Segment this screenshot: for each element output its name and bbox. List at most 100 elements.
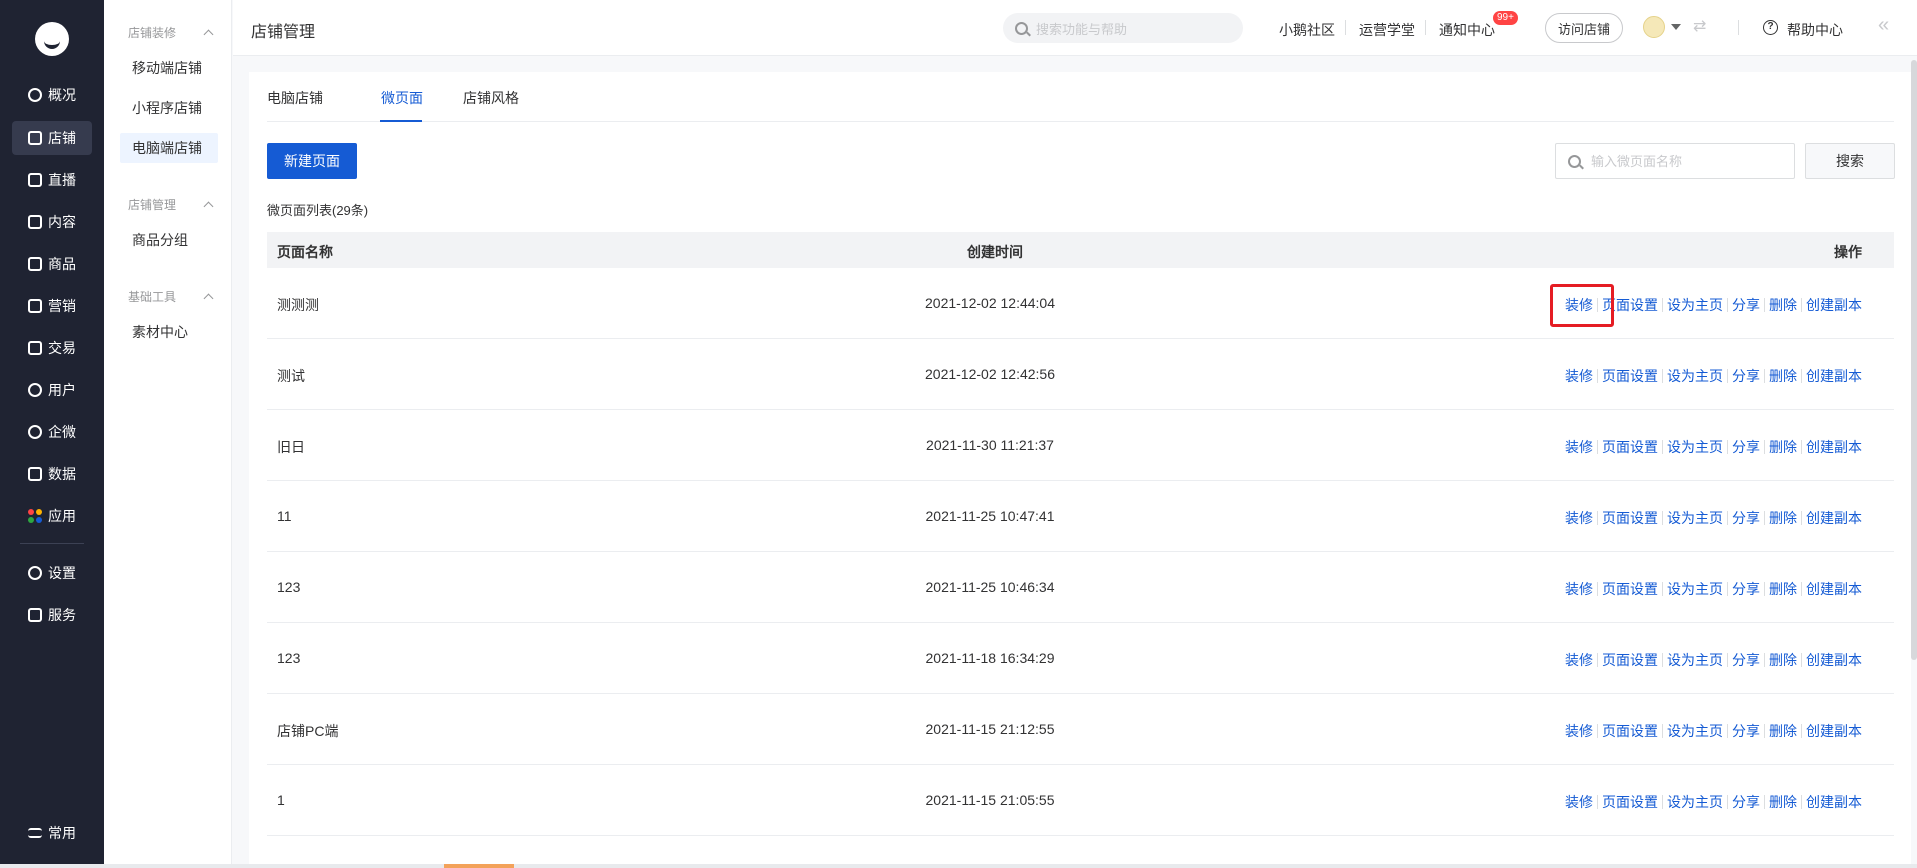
set-homepage-link[interactable]: 设为主页 — [1667, 792, 1723, 812]
decorate-link[interactable]: 装修 — [1565, 650, 1593, 670]
page-settings-link[interactable]: 页面设置 — [1602, 792, 1658, 812]
share-link[interactable]: 分享 — [1732, 721, 1760, 741]
share-link[interactable]: 分享 — [1732, 508, 1760, 528]
community-link[interactable]: 小鹅社区 — [1279, 20, 1335, 40]
share-link[interactable]: 分享 — [1732, 792, 1760, 812]
tab-pc-store[interactable]: 电脑店铺 — [267, 88, 323, 108]
delete-link[interactable]: 删除 — [1769, 792, 1797, 812]
action-divider — [1801, 582, 1802, 596]
copy-link[interactable]: 创建副本 — [1806, 437, 1862, 457]
search-button[interactable]: 搜索 — [1805, 143, 1895, 179]
header-divider — [1345, 20, 1346, 35]
nav-item-trade[interactable]: 交易 — [12, 331, 92, 365]
delete-link[interactable]: 删除 — [1769, 437, 1797, 457]
help-center-link[interactable]: 帮助中心 — [1787, 20, 1843, 40]
visit-store-button[interactable]: 访问店铺 — [1545, 13, 1623, 43]
set-homepage-link[interactable]: 设为主页 — [1667, 579, 1723, 599]
nav-item-content[interactable]: 内容 — [12, 205, 92, 239]
decorate-link[interactable]: 装修 — [1565, 792, 1593, 812]
nav-item-live[interactable]: 直播 — [12, 163, 92, 197]
share-link[interactable]: 分享 — [1732, 579, 1760, 599]
set-homepage-link[interactable]: 设为主页 — [1667, 721, 1723, 741]
subnav-item-goods-group[interactable]: 商品分组 — [120, 225, 218, 255]
nav-item-data[interactable]: 数据 — [12, 457, 92, 491]
set-homepage-link[interactable]: 设为主页 — [1667, 650, 1723, 670]
created-time-cell: 2021-11-25 10:47:41 — [925, 508, 1055, 524]
set-homepage-link[interactable]: 设为主页 — [1667, 437, 1723, 457]
copy-link[interactable]: 创建副本 — [1806, 650, 1862, 670]
avatar[interactable] — [1643, 16, 1665, 38]
subnav-item-pc-store[interactable]: 电脑端店铺 — [120, 133, 218, 163]
global-search-input[interactable]: 搜索功能与帮助 — [1003, 13, 1243, 43]
subnav-group-decoration[interactable]: 店铺装修 — [128, 24, 214, 41]
delete-link[interactable]: 删除 — [1769, 508, 1797, 528]
page-settings-link[interactable]: 页面设置 — [1602, 721, 1658, 741]
caret-down-icon[interactable] — [1671, 24, 1681, 30]
tab-store-style[interactable]: 店铺风格 — [463, 88, 519, 108]
share-link[interactable]: 分享 — [1732, 366, 1760, 386]
copy-link[interactable]: 创建副本 — [1806, 579, 1862, 599]
page-name-cell: 旧日 — [277, 439, 305, 455]
decorate-link[interactable]: 装修 — [1565, 579, 1593, 599]
page-settings-link[interactable]: 页面设置 — [1602, 437, 1658, 457]
logo-icon[interactable] — [35, 22, 69, 56]
copy-link[interactable]: 创建副本 — [1806, 508, 1862, 528]
header-divider — [1738, 20, 1739, 35]
decorate-link[interactable]: 装修 — [1565, 721, 1593, 741]
page-settings-link[interactable]: 页面设置 — [1602, 508, 1658, 528]
page-settings-link[interactable]: 页面设置 — [1602, 650, 1658, 670]
live-icon — [28, 173, 42, 187]
help-icon: ? — [1763, 20, 1778, 35]
copy-link[interactable]: 创建副本 — [1806, 295, 1862, 315]
page-settings-link[interactable]: 页面设置 — [1602, 366, 1658, 386]
copy-link[interactable]: 创建副本 — [1806, 721, 1862, 741]
search-icon — [1015, 21, 1028, 35]
nav-item-goods[interactable]: 商品 — [12, 247, 92, 281]
nav-item-user[interactable]: 用户 — [12, 373, 92, 407]
set-homepage-link[interactable]: 设为主页 — [1667, 366, 1723, 386]
nav-item-apps[interactable]: 应用 — [12, 499, 92, 533]
share-link[interactable]: 分享 — [1732, 295, 1760, 315]
delete-link[interactable]: 删除 — [1769, 366, 1797, 386]
nav-item-overview[interactable]: 概况 — [12, 78, 92, 112]
subnav-group-management[interactable]: 店铺管理 — [128, 196, 214, 213]
delete-link[interactable]: 删除 — [1769, 295, 1797, 315]
share-link[interactable]: 分享 — [1732, 650, 1760, 670]
row-actions: 装修 页面设置 设为主页 分享 删除 创建副本 — [1565, 508, 1862, 528]
nav-item-service[interactable]: 服务 — [12, 598, 92, 632]
delete-link[interactable]: 删除 — [1769, 579, 1797, 599]
action-divider — [1727, 724, 1728, 738]
swap-icon[interactable]: ⇄ — [1693, 16, 1706, 36]
subnav-item-mobile-store[interactable]: 移动端店铺 — [120, 53, 218, 83]
page-search-input[interactable] — [1591, 153, 1781, 169]
decorate-link[interactable]: 装修 — [1565, 366, 1593, 386]
new-page-button[interactable]: 新建页面 — [267, 143, 357, 179]
decorate-link[interactable]: 装修 — [1565, 295, 1593, 315]
notification-center-link[interactable]: 通知中心 — [1439, 20, 1495, 40]
page-settings-link[interactable]: 页面设置 — [1602, 579, 1658, 599]
decorate-link[interactable]: 装修 — [1565, 508, 1593, 528]
decorate-link[interactable]: 装修 — [1565, 437, 1593, 457]
page-name-cell: 店铺PC端 — [277, 723, 339, 739]
page-settings-link[interactable]: 页面设置 — [1602, 295, 1658, 315]
set-homepage-link[interactable]: 设为主页 — [1667, 295, 1723, 315]
delete-link[interactable]: 删除 — [1769, 721, 1797, 741]
nav-item-settings[interactable]: 设置 — [12, 556, 92, 590]
delete-link[interactable]: 删除 — [1769, 650, 1797, 670]
copy-link[interactable]: 创建副本 — [1806, 792, 1862, 812]
nav-item-store[interactable]: 店铺 — [12, 121, 92, 155]
scrollbar[interactable] — [1911, 60, 1917, 660]
chevron-up-icon — [203, 29, 214, 40]
nav-item-wecom[interactable]: 企微 — [12, 415, 92, 449]
copy-link[interactable]: 创建副本 — [1806, 366, 1862, 386]
nav-item-common[interactable]: 常用 — [12, 816, 92, 850]
share-link[interactable]: 分享 — [1732, 437, 1760, 457]
tab-micro-page[interactable]: 微页面 — [381, 88, 423, 108]
academy-link[interactable]: 运营学堂 — [1359, 20, 1415, 40]
subnav-item-material-center[interactable]: 素材中心 — [120, 317, 218, 347]
collapse-icon[interactable]: « — [1878, 14, 1889, 37]
set-homepage-link[interactable]: 设为主页 — [1667, 508, 1723, 528]
nav-item-marketing[interactable]: 营销 — [12, 289, 92, 323]
subnav-item-miniprogram-store[interactable]: 小程序店铺 — [120, 93, 218, 123]
subnav-group-tools[interactable]: 基础工具 — [128, 288, 214, 305]
